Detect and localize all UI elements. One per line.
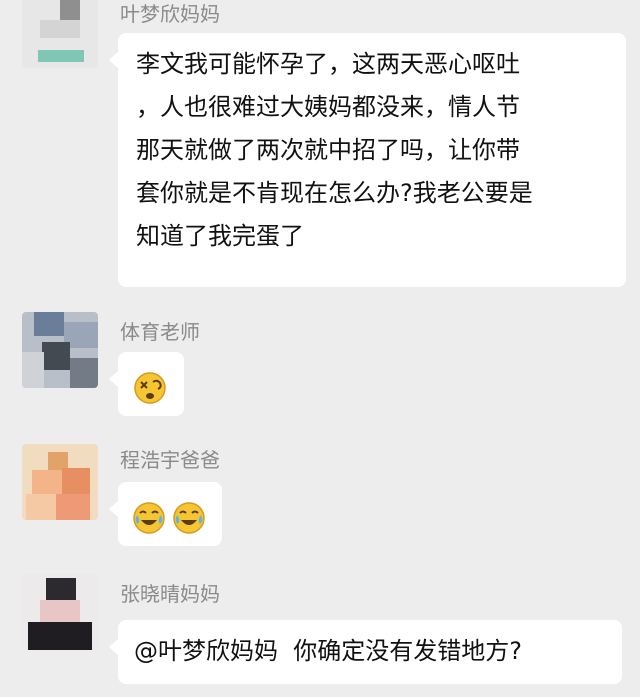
avatar[interactable]: [22, 574, 98, 650]
message-bubble[interactable]: [109, 352, 184, 416]
sender-name: 叶梦欣妈妈: [120, 2, 220, 26]
laughing-crying-face-icon: [173, 502, 205, 534]
avatar[interactable]: [22, 312, 98, 388]
dizzy-face-icon: [134, 372, 166, 404]
laughing-crying-face-icon: [133, 502, 165, 534]
message-line: 套你就是不肯现在怎么办?我老公要是: [136, 179, 533, 207]
avatar[interactable]: [22, 444, 98, 520]
message-bubble[interactable]: [109, 482, 222, 546]
message-bubble[interactable]: @叶梦欣妈妈 你确定没有发错地方?: [109, 620, 622, 684]
avatar[interactable]: [22, 0, 98, 68]
message-line: 那天就做了两次就中招了吗，让你带: [136, 136, 520, 164]
message-line: ，人也很难过大姨妈都没来，情人节: [136, 93, 520, 121]
message-line: 知道了我完蛋了: [136, 222, 304, 250]
message-text: @叶梦欣妈妈 你确定没有发错地方?: [134, 637, 522, 665]
chat-view[interactable]: 叶梦欣妈妈 李文我可能怀孕了，这两天恶心呕吐 ，人也很难过大姨妈都没来，情人节 …: [0, 0, 640, 697]
sender-name: 张晓晴妈妈: [120, 582, 220, 606]
message-bubble[interactable]: 李文我可能怀孕了，这两天恶心呕吐 ，人也很难过大姨妈都没来，情人节 那天就做了两…: [109, 33, 626, 287]
sender-name: 程浩宇爸爸: [120, 448, 220, 472]
sender-name: 体育老师: [120, 320, 200, 344]
message-line: 李文我可能怀孕了，这两天恶心呕吐: [136, 50, 520, 78]
